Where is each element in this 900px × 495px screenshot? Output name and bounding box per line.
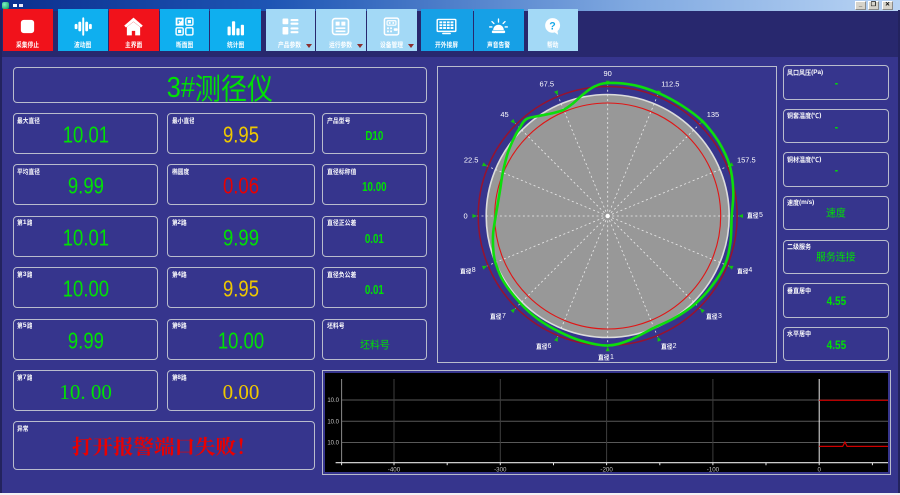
svg-text:157.5: 157.5 [737,155,756,164]
svg-text:10.0: 10.0 [327,398,339,404]
svg-text:0: 0 [817,466,821,472]
svg-text:-400: -400 [387,466,400,472]
svg-text:0: 0 [463,211,467,220]
svg-text:22.5: 22.5 [464,155,479,164]
svg-text:135: 135 [706,110,719,119]
svg-text:-100: -100 [706,466,719,472]
svg-text:45: 45 [500,110,508,119]
svg-text:112.5: 112.5 [661,79,679,88]
svg-text:67.5: 67.5 [539,79,554,88]
svg-text:-200: -200 [600,466,613,472]
svg-text:10.0: 10.0 [327,440,339,446]
svg-text:10.0: 10.0 [327,419,339,425]
svg-text:90: 90 [603,69,611,78]
svg-text:-300: -300 [494,466,507,472]
svg-text:?: ? [550,21,556,33]
